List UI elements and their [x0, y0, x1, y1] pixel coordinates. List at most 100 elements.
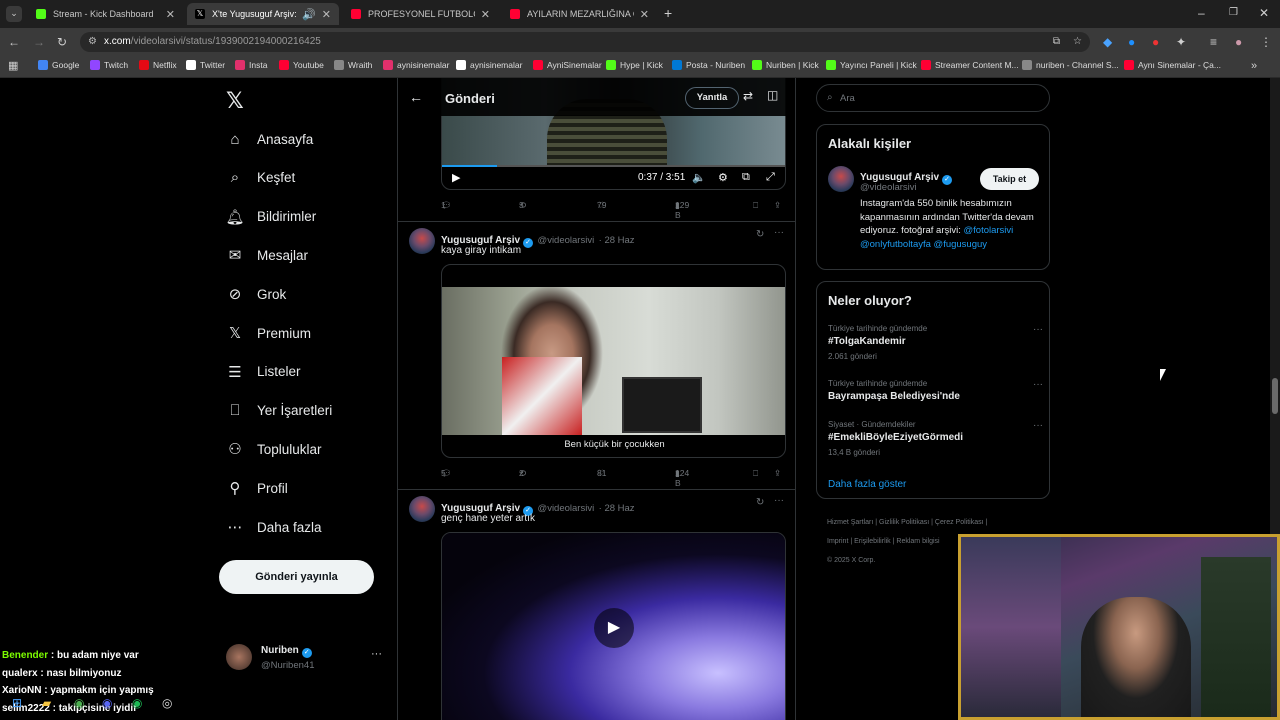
tweet-date[interactable]: · 28 Haz	[599, 503, 635, 514]
tweet-date[interactable]: · 28 Haz	[599, 235, 635, 246]
extensions-puzzle-icon[interactable]: ✦	[1176, 35, 1186, 49]
browser-menu-icon[interactable]: ⋮	[1260, 35, 1272, 49]
close-window-icon[interactable]: ✕	[1259, 6, 1269, 20]
nav-item-bookmarks[interactable]: ⎕ Yer İşaretleri	[226, 393, 332, 429]
bookmark-item[interactable]: Streamer Content M...	[921, 60, 1019, 70]
settings-icon[interactable]: ⚙	[718, 171, 728, 184]
close-tab-icon[interactable]: ✕	[640, 8, 649, 21]
repost-action[interactable]: ⟲ 3	[519, 200, 526, 210]
volume-icon[interactable]: 🔈	[692, 171, 706, 184]
bookmark-item[interactable]: Twitter	[186, 60, 225, 70]
person-handle[interactable]: @videolarsivi	[860, 182, 917, 193]
file-explorer-icon[interactable]: ▰	[42, 696, 51, 710]
more-bookmarks-icon[interactable]: »	[1251, 59, 1257, 73]
more-icon[interactable]: ···	[774, 227, 784, 238]
bookmark-item[interactable]: aynisinemalar	[456, 60, 522, 70]
bookmark-item[interactable]: Nuriben | Kick	[752, 60, 819, 70]
bookmark-item[interactable]: Yayıncı Paneli | Kick	[826, 60, 917, 70]
address-bar[interactable]: ⚙ x.com/videolarsivi/status/193900219400…	[80, 32, 1090, 52]
bookmark-icon[interactable]: ⎕	[753, 468, 758, 479]
profile-avatar-icon[interactable]: ●	[1235, 35, 1242, 49]
bookmark-star-icon[interactable]: ☆	[1073, 32, 1082, 52]
extension-red-icon[interactable]: ●	[1152, 35, 1159, 49]
nav-item-lists[interactable]: ☰ Listeler	[226, 354, 300, 390]
extension-shield-icon[interactable]: ◆	[1103, 35, 1112, 49]
close-tab-icon[interactable]: ✕	[481, 8, 490, 21]
repost-action[interactable]: ⟲ 2	[519, 468, 526, 478]
reply-button[interactable]: Yanıtla	[685, 87, 739, 109]
tab-kick-dashboard[interactable]: Stream - Kick Dashboard ✕	[28, 3, 183, 25]
back-arrow-icon[interactable]: ←	[409, 89, 423, 105]
like-action[interactable]: ♡ 79	[597, 200, 606, 210]
install-icon[interactable]: ⧉	[1053, 32, 1060, 52]
reload-icon[interactable]: ↻	[57, 35, 67, 49]
account-switcher[interactable]: Nuriben ✓ @Nuriben41 ···	[226, 642, 386, 676]
nav-item-grok[interactable]: ⊘ Grok	[226, 276, 287, 312]
avatar[interactable]	[409, 496, 435, 522]
nav-item-notifications[interactable]: 🔔︎ Bildirimler	[225, 199, 316, 235]
back-icon[interactable]: ←	[8, 35, 20, 49]
reply-action[interactable]: 💬︎ 5	[441, 468, 452, 478]
discord-icon[interactable]: ◉	[102, 696, 112, 710]
windows-start-icon[interactable]: ⊞	[12, 696, 22, 710]
views-action[interactable]: ▮ 124 B	[675, 468, 689, 488]
bookmark-item[interactable]: Aynı Sinemalar - Ça...	[1124, 60, 1221, 70]
grok-icon[interactable]: ↻	[756, 229, 764, 240]
tweet[interactable]: Yugusuguf Arşiv ✓ @videolarsivi · 28 Haz …	[398, 222, 795, 490]
share-icon[interactable]: ⇪	[774, 200, 781, 211]
video-progress[interactable]	[442, 165, 785, 167]
bookmark-item[interactable]: Youtube	[279, 60, 324, 70]
trend-item[interactable]: Siyaset · Gündemdekiler #EmekliBöyleEziy…	[828, 420, 1043, 468]
bookmark-item[interactable]: nuriben - Channel S...	[1022, 60, 1119, 70]
extension-blue-icon[interactable]: ●	[1128, 35, 1135, 49]
more-icon[interactable]: ···	[1033, 324, 1043, 335]
bookmark-item[interactable]: Google	[38, 60, 79, 70]
footer-link-cookies[interactable]: Çerez Politikası	[935, 519, 984, 526]
nav-item-home[interactable]: ⌂ Anasayfa	[226, 121, 313, 157]
reader-view-icon[interactable]: ◫	[767, 88, 778, 102]
tab-x-post[interactable]: 𝕏 X'te Yugusuguf Arşiv: "2018 🔊 ✕	[187, 3, 339, 25]
tweet[interactable]: Yugusuguf Arşiv ✓ @videolarsivi · 28 Haz …	[398, 490, 795, 720]
bookmark-item[interactable]: Twitch	[90, 60, 128, 70]
scrollbar-thumb[interactable]	[1272, 378, 1278, 414]
obs-icon[interactable]: ◎	[162, 696, 172, 710]
bookmark-item[interactable]: AyniSinemalar	[533, 60, 602, 70]
tab-list-icon[interactable]: ⌄	[6, 6, 22, 22]
follow-button[interactable]: Takip et	[980, 168, 1039, 190]
restore-icon[interactable]: ❐	[1229, 6, 1238, 20]
views-action[interactable]: ▮ 129 B	[675, 200, 689, 220]
more-icon[interactable]: ···	[774, 495, 784, 506]
play-icon[interactable]: ▶	[452, 171, 460, 184]
x-logo-icon[interactable]: 𝕏	[226, 88, 244, 114]
fullscreen-icon[interactable]: ⤢	[766, 171, 775, 184]
site-info-icon[interactable]: ⚙	[88, 32, 97, 52]
spotify-icon[interactable]: ◉	[132, 696, 142, 710]
post-button[interactable]: Gönderi yayınla	[219, 560, 374, 594]
footer-link-accessibility[interactable]: Erişilebilirlik	[854, 538, 891, 545]
more-icon[interactable]: ···	[1033, 379, 1043, 390]
forward-icon[interactable]: →	[33, 35, 45, 49]
nav-item-communities[interactable]: ⚇ Topluluklar	[226, 431, 321, 467]
footer-link-privacy[interactable]: Gizlilik Politikası	[879, 519, 929, 526]
like-action[interactable]: ♡ 81	[597, 468, 606, 478]
tab-youtube-ayilar[interactable]: AYILARIN MEZARLIĞINA GİRDİ ✕	[502, 3, 657, 25]
close-tab-icon[interactable]: ✕	[166, 8, 175, 21]
nav-item-profile[interactable]: ⚲ Profil	[226, 470, 288, 506]
bookmark-item[interactable]: aynisinemalar	[383, 60, 449, 70]
minimize-icon[interactable]: –	[1198, 6, 1205, 20]
close-tab-icon[interactable]: ✕	[322, 8, 331, 21]
bookmark-item[interactable]: Insta	[235, 60, 267, 70]
grok-icon[interactable]: ↻	[756, 497, 764, 508]
avatar[interactable]	[409, 228, 435, 254]
speaker-icon[interactable]: 🔊	[302, 8, 316, 21]
nav-item-premium[interactable]: 𝕏 Premium	[226, 315, 311, 351]
apps-grid-icon[interactable]: ▦	[8, 59, 18, 73]
bookmark-icon[interactable]: ⎕	[753, 200, 758, 211]
bookmark-item[interactable]: Posta - Nuriben	[672, 60, 745, 70]
nav-item-messages[interactable]: ✉ Mesajlar	[226, 237, 308, 273]
trend-item[interactable]: Türkiye tarihinde gündemde Bayrampaşa Be…	[828, 379, 1043, 411]
tab-youtube-futbolcu[interactable]: PROFESYONEL FUTBOLCU SEN ✕	[343, 3, 498, 25]
chrome-icon[interactable]: ◉	[74, 696, 84, 710]
footer-link-imprint[interactable]: Imprint	[827, 538, 848, 545]
footer-link-ads[interactable]: Reklam bilgisi	[896, 538, 939, 545]
